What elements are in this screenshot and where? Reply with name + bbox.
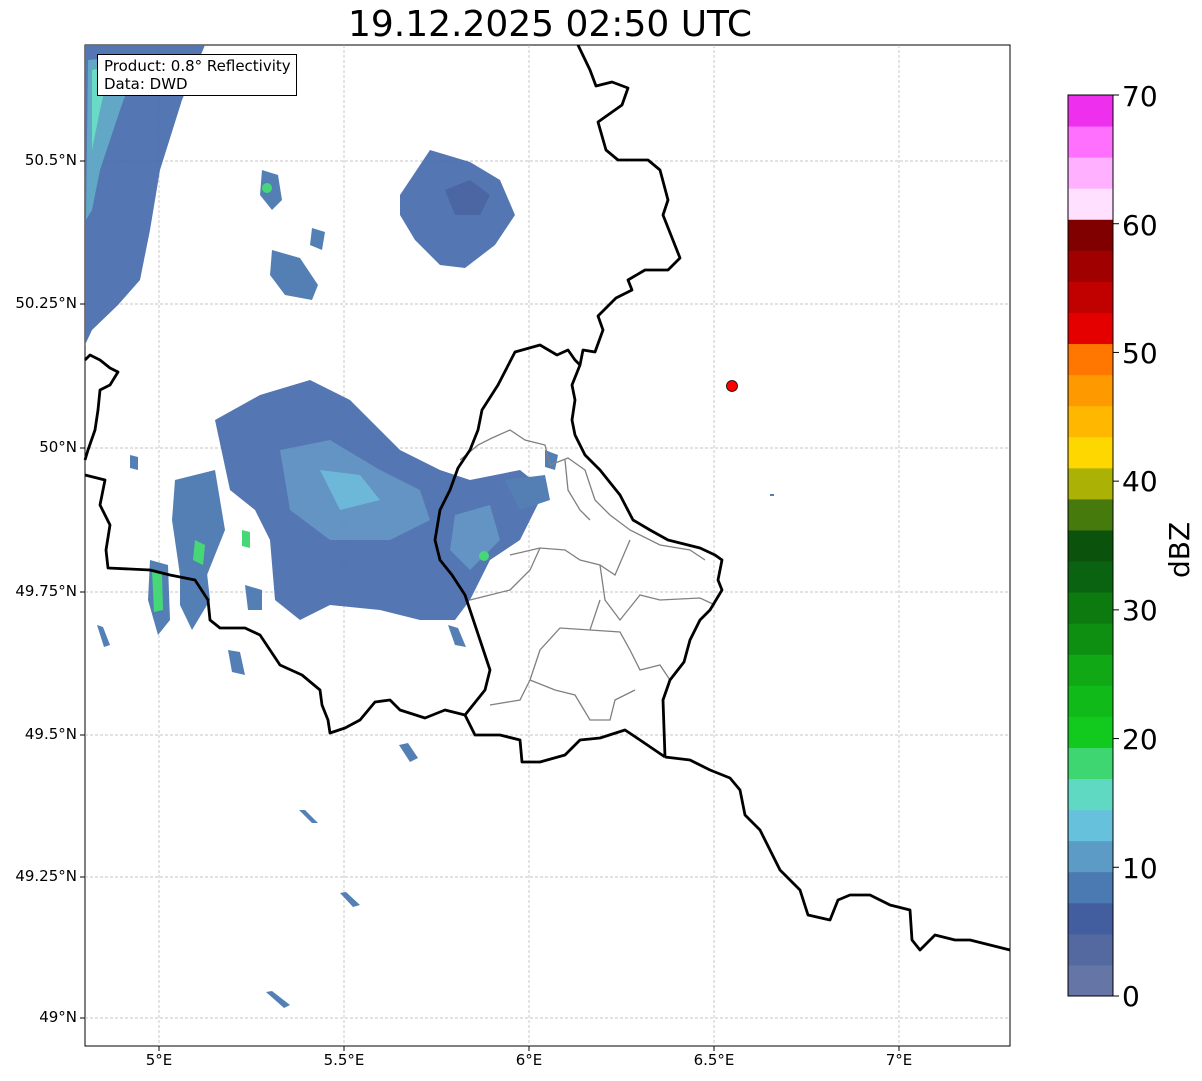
lon-label: 5.5°E <box>323 1051 365 1069</box>
colorbar-tick: 60 <box>1122 209 1158 242</box>
lon-label: 6.5°E <box>693 1051 735 1069</box>
location-marker <box>726 380 738 392</box>
colorbar-segment <box>1068 685 1113 717</box>
colorbar-segment <box>1068 964 1113 997</box>
colorbar-tick: 50 <box>1122 337 1158 370</box>
product-label: Product: 0.8° Reflectivity <box>104 57 291 75</box>
colorbar-tick: 70 <box>1122 80 1158 113</box>
data-source-label: Data: DWD <box>104 75 188 93</box>
colorbar-segment <box>1068 529 1113 562</box>
colorbar-segment <box>1068 312 1113 345</box>
colorbar-segment <box>1068 592 1113 624</box>
colorbar-tick: 10 <box>1122 852 1158 885</box>
lat-label: 49°N <box>39 1008 77 1026</box>
colorbar-segment <box>1068 95 1113 127</box>
colorbar-segment <box>1068 157 1113 189</box>
colorbar-segment <box>1068 188 1113 220</box>
colorbar-segment <box>1068 405 1113 438</box>
colorbar-tick: 40 <box>1122 465 1158 498</box>
radar-map <box>80 44 1119 1051</box>
colorbar-tick: 0 <box>1122 980 1140 1013</box>
colorbar-segment <box>1068 716 1113 748</box>
lon-label: 7°E <box>885 1051 913 1069</box>
lat-label: 50.25°N <box>15 294 77 312</box>
colorbar-segment <box>1068 374 1113 407</box>
colorbar-tick: 20 <box>1122 723 1158 756</box>
colorbar-segment <box>1068 467 1113 500</box>
colorbar-label: dBZ <box>1163 521 1196 578</box>
colorbar-segment <box>1068 809 1113 842</box>
lat-label: 50°N <box>39 438 77 456</box>
colorbar-segment <box>1068 561 1113 593</box>
lat-label: 49.25°N <box>15 867 77 885</box>
colorbar-segment <box>1068 840 1113 873</box>
colorbar-segment <box>1068 498 1113 531</box>
colorbar-segment <box>1068 747 1113 780</box>
colorbar-segment <box>1068 219 1113 251</box>
lat-label: 49.5°N <box>24 725 77 743</box>
colorbar-segment <box>1068 871 1113 904</box>
lon-label: 6°E <box>515 1051 543 1069</box>
lat-label: 49.75°N <box>15 582 77 600</box>
colorbar-segment <box>1068 126 1113 158</box>
colorbar-segment <box>1068 250 1113 282</box>
colorbar-segment <box>1068 343 1113 376</box>
colorbar-tick: 30 <box>1122 594 1158 627</box>
colorbar-segment <box>1068 778 1113 811</box>
colorbar-segment <box>1068 654 1113 686</box>
colorbar-segment <box>1068 902 1113 935</box>
colorbar <box>1067 94 1119 997</box>
colorbar-segment <box>1068 436 1113 469</box>
colorbar-segment <box>1068 281 1113 313</box>
colorbar-segment <box>1068 623 1113 655</box>
colorbar-segment <box>1068 933 1113 966</box>
info-box: Product: 0.8° Reflectivity Data: DWD <box>97 54 297 96</box>
lat-label: 50.5°N <box>24 151 77 169</box>
lon-label: 5°E <box>145 1051 173 1069</box>
